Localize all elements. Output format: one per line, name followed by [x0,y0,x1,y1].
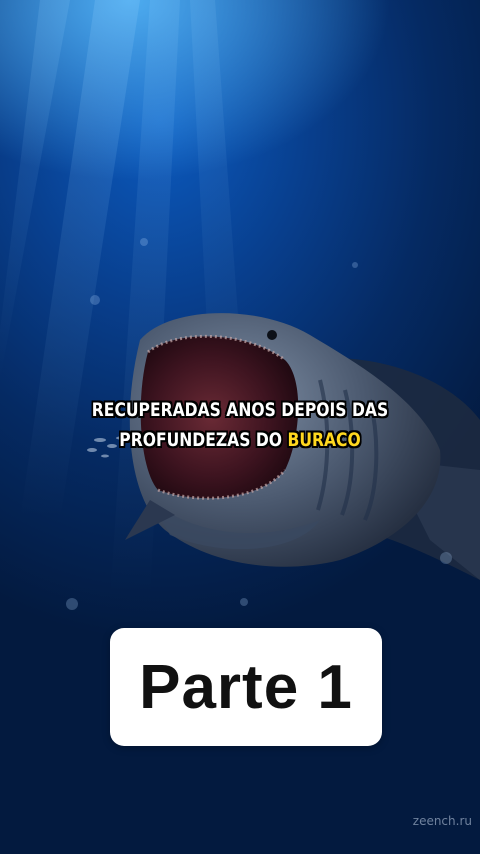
watermark: zeench.ru [412,814,472,828]
particle [440,552,452,564]
particle [140,238,148,246]
particle [66,598,78,610]
part-label-card: Parte 1 [110,628,382,746]
particle [352,262,358,268]
particle [90,295,100,305]
caption-line-1: RECUPERADAS ANOS DEPOIS DAS [91,399,389,421]
caption-line-2: PROFUNDEZAS DO BURACO [43,425,437,455]
particle [240,598,248,606]
video-frame: RECUPERADAS ANOS DEPOIS DAS PROFUNDEZAS … [0,0,480,854]
part-label: Parte 1 [139,652,353,722]
caption-highlight-word: BURACO [287,429,361,451]
caption-line-2-text: PROFUNDEZAS DO [119,429,288,451]
